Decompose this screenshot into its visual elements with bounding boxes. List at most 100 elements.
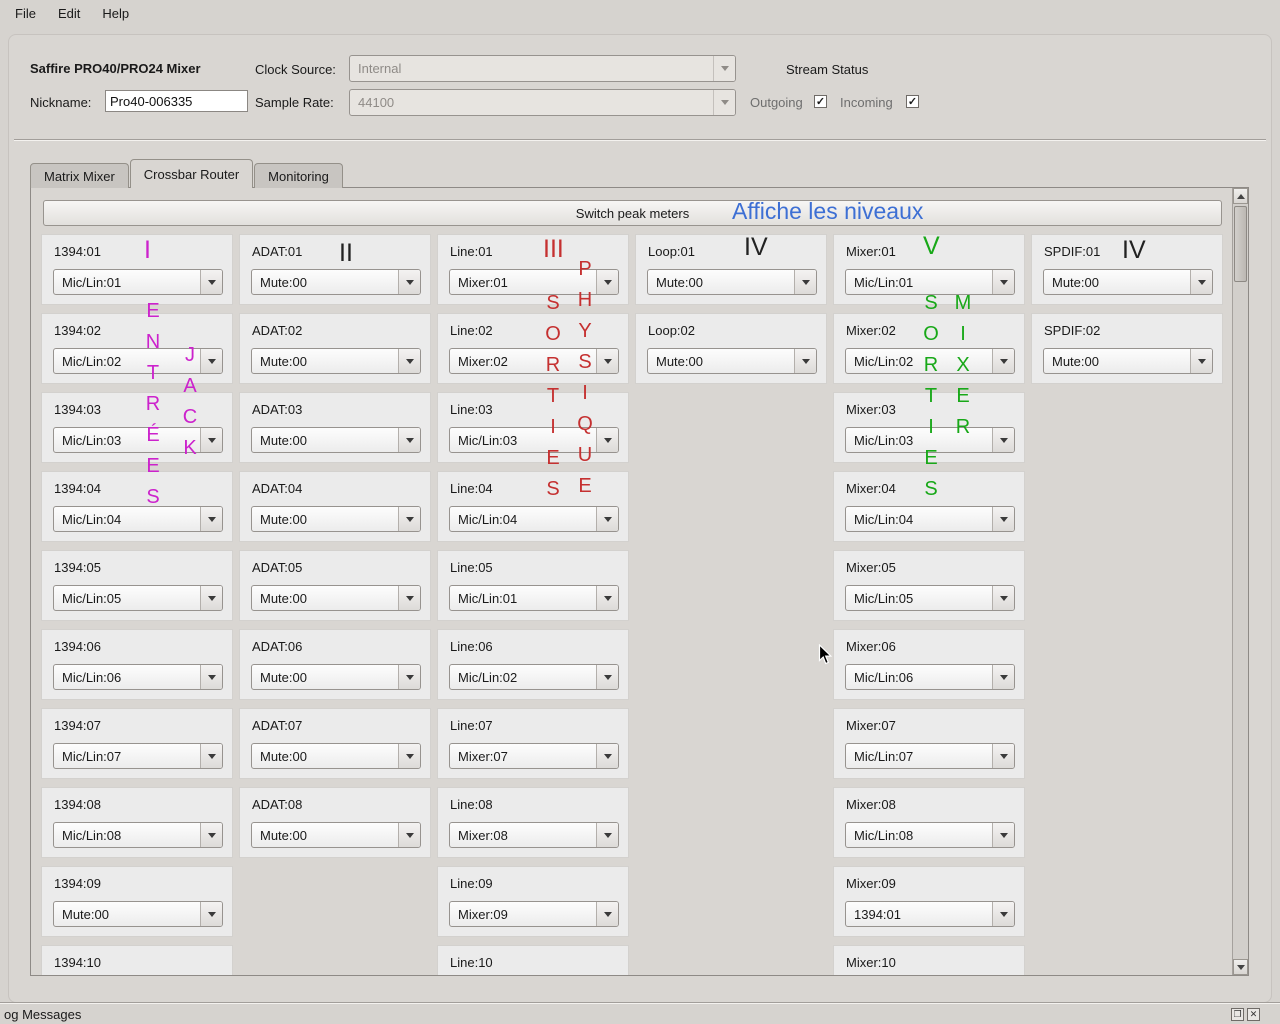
chevron-down-icon[interactable]: [1190, 349, 1212, 373]
chevron-down-icon[interactable]: [200, 507, 222, 531]
chevron-down-icon[interactable]: [398, 270, 420, 294]
chevron-down-icon[interactable]: [200, 823, 222, 847]
scroll-up-icon[interactable]: [1233, 188, 1248, 204]
close-panel-icon[interactable]: ✕: [1247, 1008, 1260, 1021]
scrollbar-thumb[interactable]: [1234, 206, 1247, 282]
tab-matrix-mixer[interactable]: Matrix Mixer: [30, 163, 129, 188]
menu-help[interactable]: Help: [91, 0, 140, 26]
chevron-down-icon[interactable]: [992, 270, 1014, 294]
chevron-down-icon[interactable]: [794, 349, 816, 373]
router-cell-label: 1394:02: [54, 323, 101, 338]
chevron-down-icon[interactable]: [200, 586, 222, 610]
clock-source-select[interactable]: Internal: [349, 55, 736, 82]
source-select-adat-08[interactable]: Mute:00: [251, 822, 421, 848]
menu-file[interactable]: File: [4, 0, 47, 26]
chevron-down-icon[interactable]: [596, 586, 618, 610]
source-select-1394-02[interactable]: Mic/Lin:02: [53, 348, 223, 374]
source-select-1394-03[interactable]: Mic/Lin:03: [53, 427, 223, 453]
chevron-down-icon[interactable]: [992, 428, 1014, 452]
chevron-down-icon[interactable]: [200, 428, 222, 452]
chevron-down-icon[interactable]: [992, 744, 1014, 768]
source-select-line-02[interactable]: Mixer:02: [449, 348, 619, 374]
source-select-mixer-08[interactable]: Mic/Lin:08: [845, 822, 1015, 848]
router-cell-1394-08: 1394:08 Mic/Lin:08: [41, 787, 233, 858]
chevron-down-icon[interactable]: [596, 428, 618, 452]
chevron-down-icon[interactable]: [398, 428, 420, 452]
restore-panel-icon[interactable]: ❐: [1231, 1008, 1244, 1021]
source-select-adat-04[interactable]: Mute:00: [251, 506, 421, 532]
chevron-down-icon[interactable]: [398, 349, 420, 373]
source-select-1394-09[interactable]: Mute:00: [53, 901, 223, 927]
chevron-down-icon[interactable]: [398, 665, 420, 689]
chevron-down-icon[interactable]: [200, 902, 222, 926]
chevron-down-icon[interactable]: [398, 823, 420, 847]
chevron-down-icon[interactable]: [794, 270, 816, 294]
source-select-mixer-04[interactable]: Mic/Lin:04: [845, 506, 1015, 532]
source-select-adat-03[interactable]: Mute:00: [251, 427, 421, 453]
source-select-1394-05[interactable]: Mic/Lin:05: [53, 585, 223, 611]
source-select-adat-06[interactable]: Mute:00: [251, 664, 421, 690]
source-select-1394-01[interactable]: Mic/Lin:01: [53, 269, 223, 295]
source-select-mixer-06[interactable]: Mic/Lin:06: [845, 664, 1015, 690]
chevron-down-icon[interactable]: [200, 665, 222, 689]
chevron-down-icon[interactable]: [992, 349, 1014, 373]
menu-edit[interactable]: Edit: [47, 0, 91, 26]
chevron-down-icon[interactable]: [200, 270, 222, 294]
source-select-adat-01[interactable]: Mute:00: [251, 269, 421, 295]
source-select-spdif-02[interactable]: Mute:00: [1043, 348, 1213, 374]
chevron-down-icon[interactable]: [992, 586, 1014, 610]
chevron-down-icon[interactable]: [992, 823, 1014, 847]
source-select-adat-07[interactable]: Mute:00: [251, 743, 421, 769]
source-select-line-01[interactable]: Mixer:01: [449, 269, 619, 295]
source-select-mixer-05[interactable]: Mic/Lin:05: [845, 585, 1015, 611]
scroll-down-icon[interactable]: [1233, 959, 1248, 975]
chevron-down-icon[interactable]: [596, 270, 618, 294]
source-select-adat-02[interactable]: Mute:00: [251, 348, 421, 374]
source-select-1394-08[interactable]: Mic/Lin:08: [53, 822, 223, 848]
source-select-mixer-09[interactable]: 1394:01: [845, 901, 1015, 927]
source-select-mixer-02[interactable]: Mic/Lin:02: [845, 348, 1015, 374]
chevron-down-icon[interactable]: [713, 56, 735, 81]
chevron-down-icon[interactable]: [713, 90, 735, 115]
chevron-down-icon[interactable]: [200, 744, 222, 768]
source-select-line-04[interactable]: Mic/Lin:04: [449, 506, 619, 532]
source-select-mixer-07[interactable]: Mic/Lin:07: [845, 743, 1015, 769]
chevron-down-icon[interactable]: [596, 902, 618, 926]
chevron-down-icon[interactable]: [596, 823, 618, 847]
chevron-down-icon[interactable]: [398, 507, 420, 531]
source-select-adat-05[interactable]: Mute:00: [251, 585, 421, 611]
source-select-loop-01[interactable]: Mute:00: [647, 269, 817, 295]
chevron-down-icon[interactable]: [992, 665, 1014, 689]
chevron-down-icon[interactable]: [596, 744, 618, 768]
chevron-down-icon[interactable]: [992, 902, 1014, 926]
chevron-down-icon[interactable]: [596, 349, 618, 373]
incoming-checkbox[interactable]: [906, 95, 919, 108]
source-select-1394-07[interactable]: Mic/Lin:07: [53, 743, 223, 769]
source-select-line-03[interactable]: Mic/Lin:03: [449, 427, 619, 453]
sample-rate-select[interactable]: 44100: [349, 89, 736, 116]
chevron-down-icon[interactable]: [1190, 270, 1212, 294]
source-select-mixer-03[interactable]: Mic/Lin:03: [845, 427, 1015, 453]
tab-crossbar-router[interactable]: Crossbar Router: [129, 159, 254, 188]
nickname-input[interactable]: [105, 90, 248, 112]
chevron-down-icon[interactable]: [596, 665, 618, 689]
source-select-spdif-01[interactable]: Mute:00: [1043, 269, 1213, 295]
source-select-line-09[interactable]: Mixer:09: [449, 901, 619, 927]
chevron-down-icon[interactable]: [992, 507, 1014, 531]
switch-peak-meters-button[interactable]: Switch peak meters: [43, 200, 1222, 226]
source-select-line-07[interactable]: Mixer:07: [449, 743, 619, 769]
chevron-down-icon[interactable]: [398, 744, 420, 768]
chevron-down-icon[interactable]: [596, 507, 618, 531]
source-select-mixer-01[interactable]: Mic/Lin:01: [845, 269, 1015, 295]
source-select-line-06[interactable]: Mic/Lin:02: [449, 664, 619, 690]
chevron-down-icon[interactable]: [200, 349, 222, 373]
chevron-down-icon[interactable]: [398, 586, 420, 610]
source-select-1394-04[interactable]: Mic/Lin:04: [53, 506, 223, 532]
tab-monitoring[interactable]: Monitoring: [254, 163, 343, 188]
outgoing-checkbox[interactable]: [814, 95, 827, 108]
source-select-1394-06[interactable]: Mic/Lin:06: [53, 664, 223, 690]
vertical-scrollbar[interactable]: [1232, 188, 1248, 975]
source-select-line-05[interactable]: Mic/Lin:01: [449, 585, 619, 611]
source-select-line-08[interactable]: Mixer:08: [449, 822, 619, 848]
source-select-loop-02[interactable]: Mute:00: [647, 348, 817, 374]
